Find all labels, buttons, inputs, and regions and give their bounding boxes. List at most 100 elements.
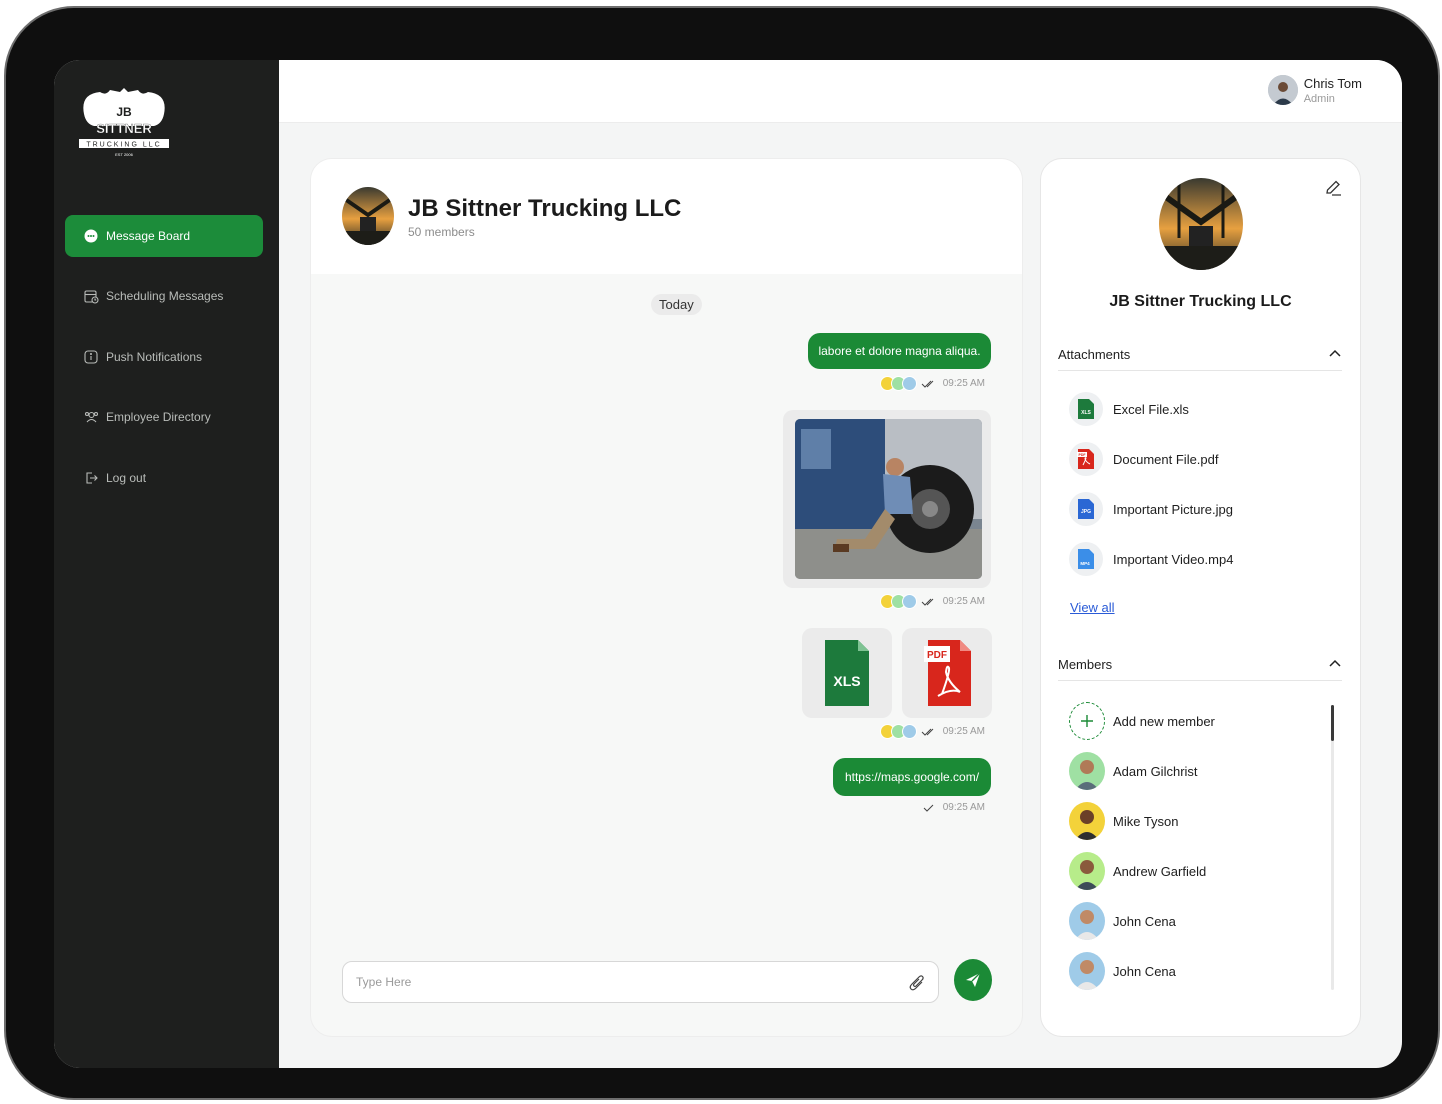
message-composer xyxy=(342,961,939,1003)
sidebar-item-label: Log out xyxy=(106,471,147,485)
sidebar-item-label: Employee Directory xyxy=(106,410,211,424)
attachment-item[interactable]: XLS Excel File.xls xyxy=(1069,392,1189,426)
message-time: 09:25 AM xyxy=(942,802,985,813)
svg-text:EST 2006: EST 2006 xyxy=(115,152,133,157)
member-item[interactable]: Andrew Garfield xyxy=(1069,852,1206,890)
svg-text:SITTNER: SITTNER xyxy=(96,121,152,136)
send-button[interactable] xyxy=(954,959,992,1001)
app-screen: JB SITTNER TRUCKING LLC EST 2006 Message… xyxy=(54,60,1402,1068)
image-message[interactable] xyxy=(783,410,991,588)
user-menu[interactable]: Chris Tom Admin xyxy=(1267,75,1362,105)
sidebar-item-message-board[interactable]: Message Board xyxy=(65,215,263,257)
xls-file-message[interactable]: XLS xyxy=(802,628,892,718)
attachment-item[interactable]: MP4 Important Video.mp4 xyxy=(1069,542,1233,576)
group-members-count: 50 members xyxy=(408,225,475,239)
svg-text:XLS: XLS xyxy=(833,673,860,689)
link-message-bubble[interactable]: https://maps.google.com/ xyxy=(833,758,991,796)
attachment-name: Important Picture.jpg xyxy=(1113,501,1233,517)
svg-text:MP4: MP4 xyxy=(1080,561,1090,566)
date-divider: Today xyxy=(651,294,702,315)
avatar xyxy=(1069,852,1105,890)
message-input[interactable] xyxy=(356,962,896,1002)
jpg-file-icon: JPG xyxy=(1069,492,1103,526)
attachments-title: Attachments xyxy=(1058,347,1131,362)
member-item[interactable]: Adam Gilchrist xyxy=(1069,752,1198,790)
double-check-icon xyxy=(921,598,934,606)
group-avatar-large xyxy=(1159,178,1243,270)
svg-text:PDF: PDF xyxy=(1079,453,1087,457)
scrollbar-thumb[interactable] xyxy=(1331,705,1334,741)
member-item[interactable]: Mike Tyson xyxy=(1069,802,1179,840)
pdf-file-icon: PDF xyxy=(924,640,971,706)
member-name: Andrew Garfield xyxy=(1113,863,1207,879)
company-logo: JB SITTNER TRUCKING LLC EST 2006 xyxy=(79,88,169,157)
chat-header: JB Sittner Trucking LLC 50 members xyxy=(311,159,1022,274)
members-section-header[interactable]: Members xyxy=(1058,657,1342,681)
chat-panel: JB Sittner Trucking LLC 50 members Today… xyxy=(310,158,1023,1037)
info-icon xyxy=(83,349,99,365)
sidebar-item-label: Scheduling Messages xyxy=(106,289,224,303)
svg-text:JPG: JPG xyxy=(1081,509,1091,515)
message-time: 09:25 AM xyxy=(942,726,985,737)
svg-text:JB: JB xyxy=(116,105,132,119)
attachment-item[interactable]: PDF Document File.pdf xyxy=(1069,442,1219,476)
member-item[interactable]: John Cena xyxy=(1069,952,1176,990)
message-bubble[interactable]: labore et dolore magna aliqua. xyxy=(808,333,991,369)
user-name: Chris Tom xyxy=(1303,75,1362,91)
chat-bubble-icon xyxy=(83,228,99,244)
read-receipt-avatars xyxy=(879,594,917,609)
attachment-name: Important Video.mp4 xyxy=(1113,551,1234,567)
double-check-icon xyxy=(921,380,934,388)
member-name: John Cena xyxy=(1113,963,1176,979)
member-name: Mike Tyson xyxy=(1113,813,1179,829)
add-member-label: Add new member xyxy=(1113,713,1215,729)
avatar xyxy=(1069,802,1105,840)
attachments-section-header[interactable]: Attachments xyxy=(1058,347,1342,371)
add-member-button[interactable]: Add new member xyxy=(1069,702,1215,740)
people-icon xyxy=(83,409,99,425)
mp4-file-icon: MP4 xyxy=(1069,542,1103,576)
group-title: JB Sittner Trucking LLC xyxy=(408,195,682,222)
calendar-clock-icon xyxy=(83,288,99,304)
message-meta: 09:25 AM xyxy=(921,802,985,813)
svg-text:XLS: XLS xyxy=(1081,410,1091,416)
attachment-item[interactable]: JPG Important Picture.jpg xyxy=(1069,492,1233,526)
svg-text:TRUCKING LLC: TRUCKING LLC xyxy=(86,142,161,149)
group-avatar xyxy=(342,187,394,245)
sidebar-item-label: Message Board xyxy=(106,229,191,243)
pdf-file-message[interactable]: PDF xyxy=(902,628,992,718)
message-meta: 09:25 AM xyxy=(879,594,985,609)
truck-tire-photo xyxy=(795,419,982,579)
chevron-up-icon[interactable] xyxy=(1328,347,1342,361)
pdf-file-icon: PDF xyxy=(1069,442,1103,476)
member-name: Adam Gilchrist xyxy=(1113,763,1198,779)
sidebar-item-log-out[interactable]: Log out xyxy=(65,457,263,499)
attachment-name: Excel File.xls xyxy=(1113,401,1189,417)
members-scrollbar[interactable] xyxy=(1331,705,1334,990)
top-bar: Chris Tom Admin xyxy=(279,60,1402,123)
sidebar-item-scheduling-messages[interactable]: Scheduling Messages xyxy=(65,275,263,317)
edit-pencil-icon[interactable] xyxy=(1324,179,1342,197)
tablet-frame: JB SITTNER TRUCKING LLC EST 2006 Message… xyxy=(4,6,1440,1100)
group-info-panel: JB Sittner Trucking LLC Attachments XLS … xyxy=(1040,158,1361,1037)
avatar xyxy=(1267,75,1298,105)
check-icon xyxy=(923,804,934,812)
member-item[interactable]: John Cena xyxy=(1069,902,1176,940)
send-icon xyxy=(966,972,981,987)
info-group-title: JB Sittner Trucking LLC xyxy=(1109,293,1292,310)
double-check-icon xyxy=(921,728,934,736)
view-all-link[interactable]: View all xyxy=(1070,600,1115,615)
message-meta: 09:25 AM xyxy=(879,376,985,391)
avatar xyxy=(1069,952,1105,990)
sidebar-item-employee-directory[interactable]: Employee Directory xyxy=(65,396,263,438)
svg-text:PDF: PDF xyxy=(927,650,947,661)
sidebar-item-push-notifications[interactable]: Push Notifications xyxy=(65,336,263,378)
avatar xyxy=(1069,902,1105,940)
members-title: Members xyxy=(1058,657,1113,672)
member-name: John Cena xyxy=(1113,913,1176,929)
paperclip-icon[interactable] xyxy=(908,973,926,993)
sidebar: JB SITTNER TRUCKING LLC EST 2006 Message… xyxy=(54,60,279,1068)
xls-file-icon: XLS xyxy=(825,640,869,706)
sidebar-item-label: Push Notifications xyxy=(106,350,203,364)
chevron-up-icon[interactable] xyxy=(1328,657,1342,671)
